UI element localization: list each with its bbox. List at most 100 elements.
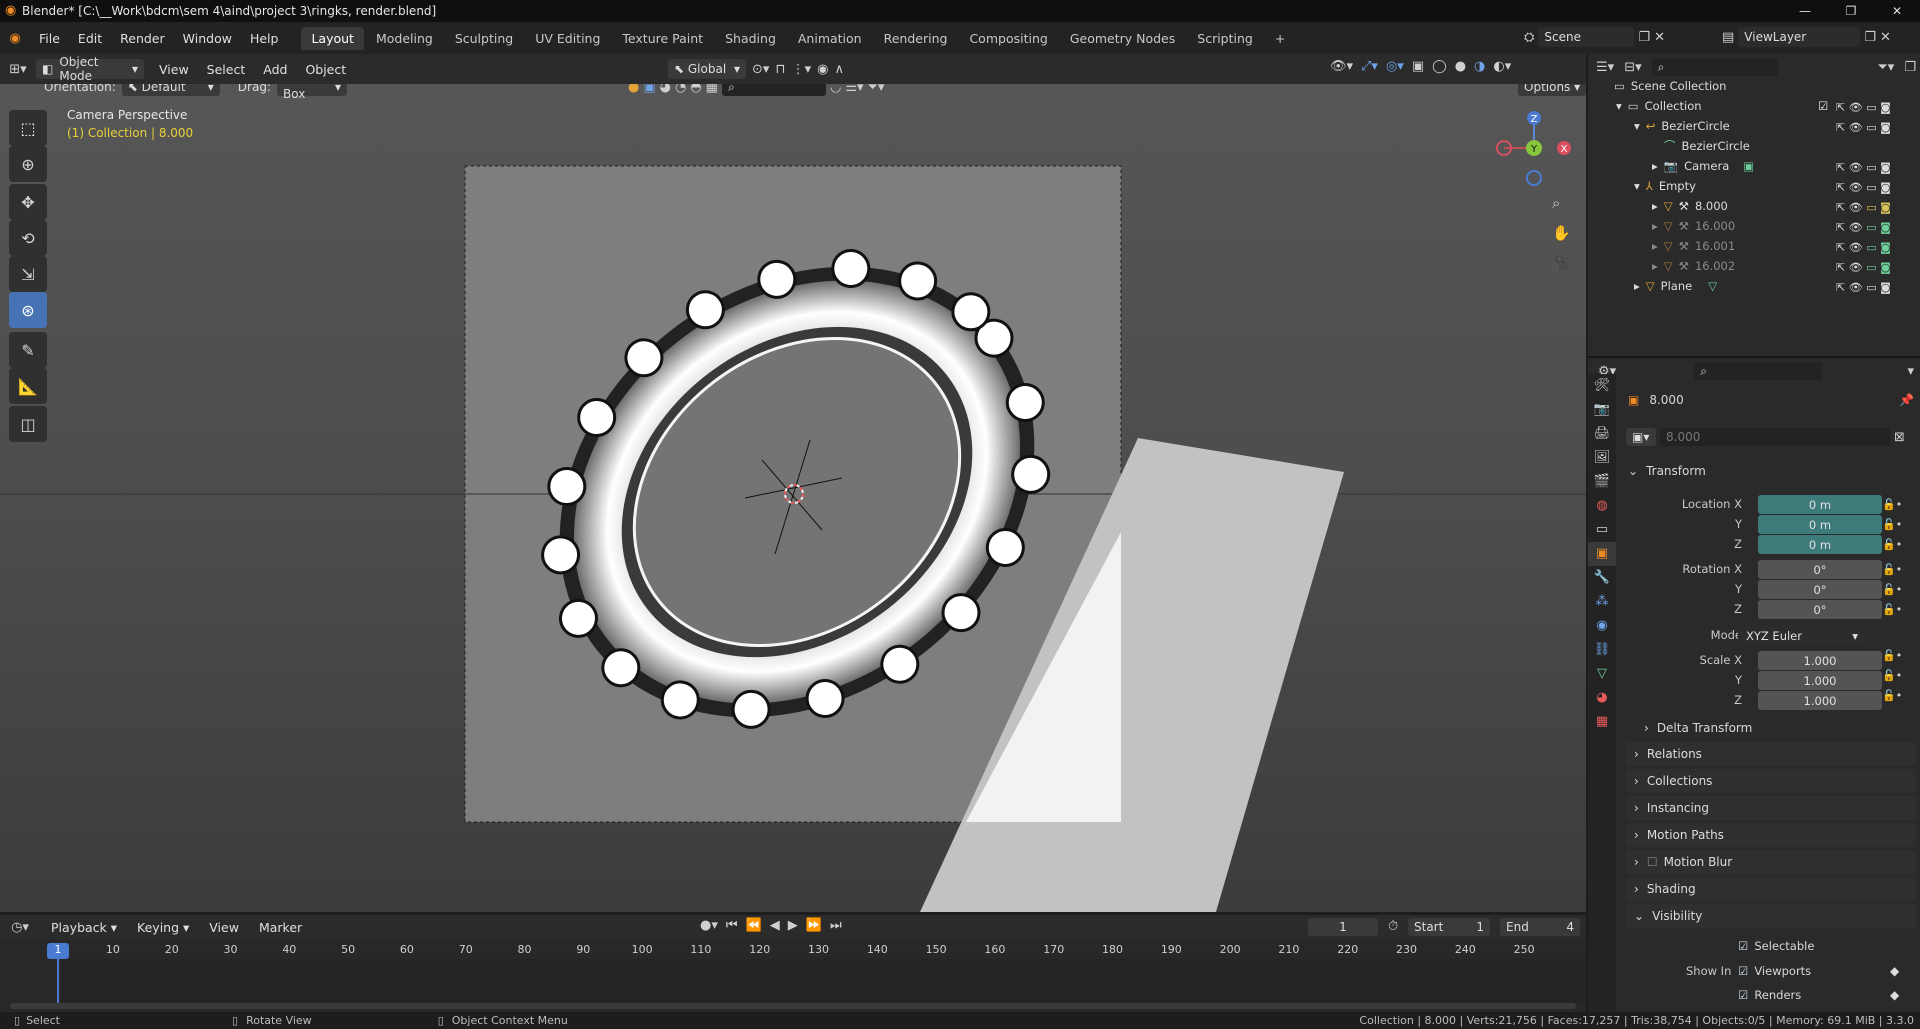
select-arrow-icon[interactable]: ⇱ [1836, 121, 1845, 134]
viewport-icon[interactable]: ▭ [1866, 121, 1876, 134]
collection-tab-icon[interactable]: ▭ [1588, 518, 1616, 542]
location-x-field[interactable]: 0 m [1758, 495, 1882, 514]
renders-checkbox[interactable]: ☑ Renders [1738, 988, 1801, 1002]
eye-icon[interactable]: 👁 [1849, 101, 1863, 114]
tab-texture-paint[interactable]: Texture Paint [612, 27, 713, 50]
move-tool-icon[interactable]: ✥ [9, 184, 47, 220]
select-arrow-icon[interactable]: ⇱ [1836, 181, 1845, 194]
new-scene-icon[interactable]: ❐ [1638, 30, 1650, 45]
frame-ruler[interactable]: 10 20 30 40 50 60 70 80 90 100 110 120 130 140 150 160 1… [0, 943, 1586, 959]
material-tab-icon[interactable]: ◕ [1588, 686, 1616, 710]
render-camera-icon[interactable]: ◙ [1880, 281, 1891, 294]
play-reverse-icon[interactable]: ◀ [770, 918, 780, 933]
object-tab-icon[interactable]: ▣ [1588, 542, 1616, 566]
eye-icon[interactable]: 👁 [1849, 281, 1863, 294]
tab-rendering[interactable]: Rendering [874, 27, 958, 50]
remove-view-layer-icon[interactable]: ✕ [1880, 30, 1891, 45]
jump-start-icon[interactable]: ⏮ [726, 918, 738, 933]
options-dropdown[interactable]: Options ▾ [1518, 84, 1586, 96]
timeline-editor-icon[interactable]: ◷▾ [0, 920, 40, 935]
prev-keyframe-icon[interactable]: ⏪ [746, 918, 762, 933]
scale-y-field[interactable]: 1.000 [1758, 671, 1882, 690]
eye-icon[interactable]: 👁 [1849, 181, 1863, 194]
tab-sculpting[interactable]: Sculpting [445, 27, 523, 50]
rendered-shading-icon[interactable]: ◐▾ [1493, 59, 1511, 74]
scale-z-field[interactable]: 1.000 [1758, 691, 1882, 710]
eye-icon[interactable]: 👁 [1849, 161, 1863, 174]
select-arrow-icon[interactable]: ⇱ [1836, 201, 1845, 214]
output-tab-icon[interactable]: 🖨 [1588, 422, 1616, 446]
viewport-search-input[interactable]: ⌕ [721, 84, 826, 96]
scene-icon[interactable]: ⛭ [1524, 30, 1534, 45]
modifier-tab-icon[interactable]: 🔧 [1588, 566, 1616, 590]
tab-animation[interactable]: Animation [788, 27, 872, 50]
scene-field[interactable]: Scene [1538, 27, 1635, 47]
object-types-icon[interactable]: ● [628, 84, 639, 95]
viewport-icon[interactable]: ▭ [1866, 201, 1876, 214]
menu-window[interactable]: Window [174, 31, 241, 46]
cursor-tool-icon[interactable]: ⊕ [9, 146, 47, 182]
tab-scripting[interactable]: Scripting [1187, 27, 1263, 50]
end-frame-field[interactable]: End 4 [1500, 918, 1580, 936]
add-workspace-icon[interactable]: + [1265, 27, 1295, 50]
annotate-tool-icon[interactable]: ✎ [9, 332, 47, 368]
timeline-menu-view[interactable]: View [200, 920, 248, 935]
rotation-x-field[interactable]: 0° [1758, 560, 1882, 579]
gizmo-neg-z-axis[interactable] [1526, 170, 1542, 186]
measure-tool-icon[interactable]: 📐 [9, 368, 47, 404]
scale-tool-icon[interactable]: ⇲ [9, 256, 47, 292]
tab-geometry-nodes[interactable]: Geometry Nodes [1060, 27, 1185, 50]
location-y-field[interactable]: 0 m [1758, 515, 1882, 534]
3d-viewport[interactable]: Orientation: ⬉ Default▾ Drag: Select Box… [0, 84, 1586, 912]
select-arrow-icon[interactable]: ⇱ [1836, 281, 1845, 294]
render-camera-icon[interactable]: ◙ [1880, 221, 1891, 234]
record-icon[interactable]: ●▾ [700, 918, 718, 933]
display-mode-icon[interactable]: ⊟▾ [1624, 60, 1641, 75]
select-arrow-icon[interactable]: ⇱ [1836, 221, 1845, 234]
tool-tab-icon[interactable]: 🛠 [1588, 374, 1616, 398]
lock-icon[interactable]: 🔓• [1882, 686, 1918, 706]
render-tab-icon[interactable]: 📷 [1588, 398, 1616, 422]
render-sphere-icon[interactable]: ◓ [690, 84, 701, 95]
outliner-row-scene-collection[interactable]: ▭ Scene Collection [1588, 76, 1920, 96]
material-shading-icon[interactable]: ◑ [1474, 59, 1485, 74]
chevron-down-icon[interactable]: ▾ [1634, 179, 1640, 193]
chevron-right-icon[interactable]: ▸ [1652, 239, 1658, 253]
snap-icon[interactable]: ⊓ [775, 62, 785, 77]
chevron-down-icon[interactable]: ▾ [1634, 119, 1640, 133]
scale-x-field[interactable]: 1.000 [1758, 651, 1882, 670]
viewport-icon[interactable]: ▭ [1866, 241, 1876, 254]
datablock-browse-icon[interactable]: ▣▾ [1626, 428, 1656, 446]
transform-orientation-dropdown[interactable]: ⬉ Global ▾ [668, 59, 746, 79]
overlay-toggle-icon[interactable]: ◎▾ [1386, 59, 1404, 74]
transform-tool-icon[interactable]: ⊛ [9, 292, 47, 328]
list-icon[interactable]: ☰▾ [845, 84, 863, 95]
add-cube-tool-icon[interactable]: ◫ [9, 406, 47, 442]
grid-icon[interactable]: ▦ [706, 84, 718, 95]
datablock-name-field[interactable]: 8.000 [1660, 428, 1890, 446]
chevron-right-icon[interactable]: ▸ [1652, 199, 1658, 213]
data-tab-icon[interactable]: ▽ [1588, 662, 1616, 686]
section-shading[interactable]: › Shading [1626, 877, 1916, 901]
tab-compositing[interactable]: Compositing [959, 27, 1057, 50]
world-tab-icon[interactable]: ◍ [1588, 494, 1616, 518]
gizmo-toggle-icon[interactable]: ⤢▾ [1361, 59, 1378, 74]
current-frame-field[interactable]: 1 [1308, 918, 1378, 936]
eye-icon[interactable]: 👁 [1849, 121, 1863, 134]
lock-icon[interactable]: 🔓• [1882, 666, 1918, 686]
falloff-icon[interactable]: ∧ [834, 62, 844, 77]
lock-icon[interactable]: 🔓• [1882, 495, 1918, 515]
start-frame-field[interactable]: Start 1 [1408, 918, 1490, 936]
proportional-edit-icon[interactable]: ◉ [817, 62, 828, 77]
keyframe-icon[interactable]: ◆ [1890, 988, 1899, 1002]
pin-icon[interactable]: 📌 [1899, 393, 1914, 407]
timeline-menu-keying[interactable]: Keying ▾ [128, 920, 198, 935]
visibility-icon[interactable]: 👁▾ [1330, 59, 1353, 74]
keyframe-icon[interactable]: ◆ [1890, 964, 1899, 978]
play-icon[interactable]: ▶ [788, 918, 798, 933]
viewport-icon[interactable]: ▭ [1866, 281, 1876, 294]
selectable-checkbox[interactable]: ☑ Selectable [1738, 939, 1814, 953]
section-collections[interactable]: › Collections [1626, 769, 1916, 793]
lock-icon[interactable]: 🔓• [1882, 560, 1918, 580]
close-button[interactable]: ✕ [1874, 0, 1920, 22]
